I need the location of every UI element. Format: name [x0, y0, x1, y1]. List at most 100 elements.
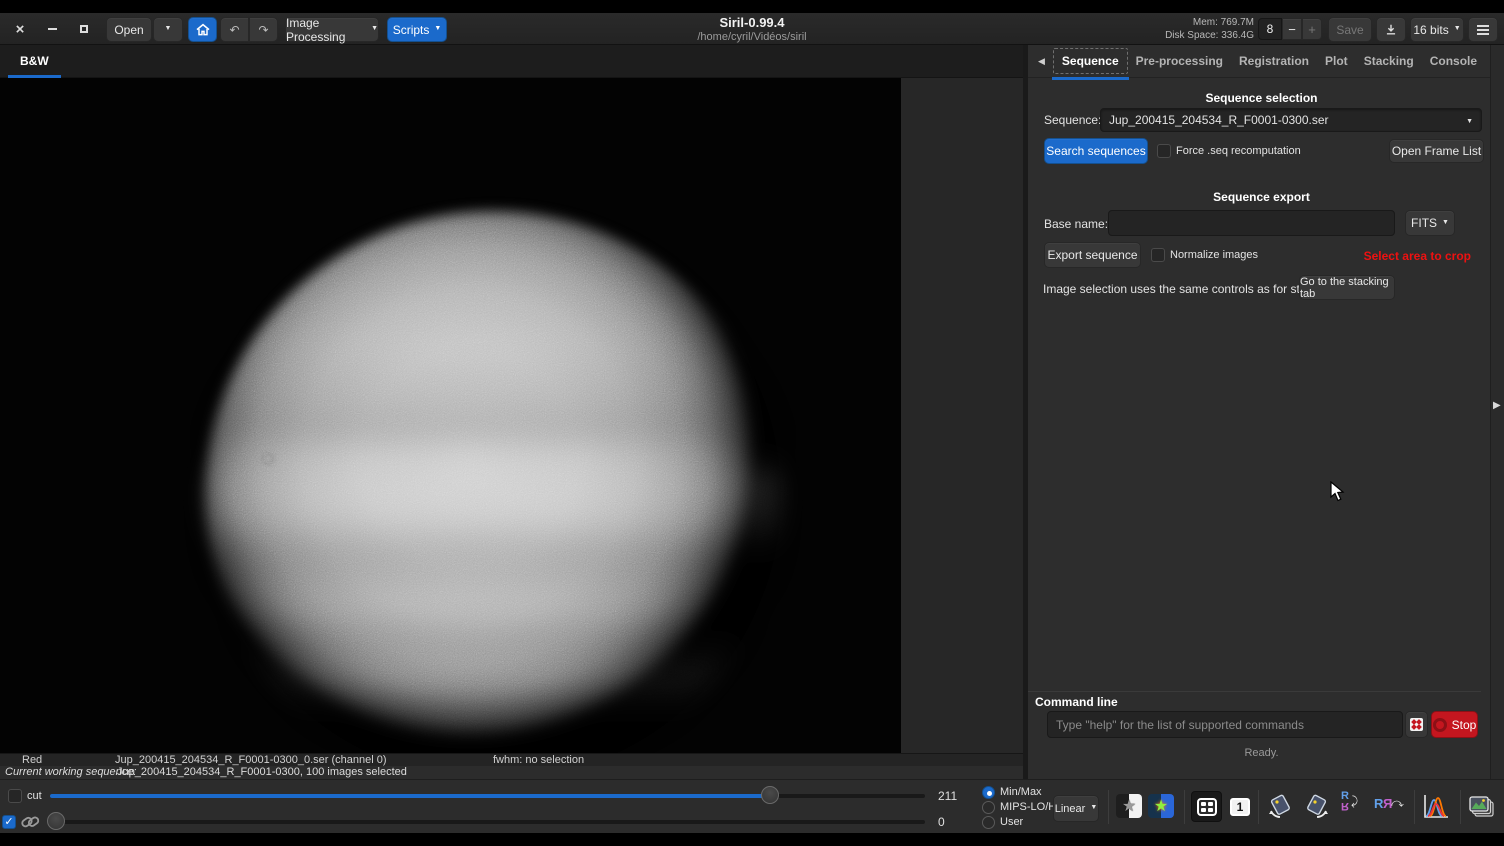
close-icon[interactable]: × — [8, 17, 32, 41]
negative-view-icon: ★ — [1116, 794, 1142, 818]
console-status: Ready. — [1244, 747, 1279, 759]
threads-increment-button[interactable]: + — [1302, 18, 1322, 40]
viewer-tabstrip: B&W — [0, 45, 1023, 78]
single-channel-button[interactable]: 1 — [1228, 795, 1252, 818]
tabs-scroll-left-icon[interactable]: ◀ — [1034, 56, 1049, 67]
tab-preprocessing[interactable]: Pre-processing — [1128, 49, 1231, 73]
autoscale-checkbox[interactable]: ✓ — [2, 815, 16, 829]
resources-info: Mem: 769.7M Disk Space: 336.4G — [1165, 16, 1254, 42]
menu-icon — [1477, 24, 1489, 35]
sequence-images-button[interactable] — [1466, 791, 1496, 821]
rotate-right-icon — [1307, 794, 1328, 818]
radio-mips-label: MIPS-LO/HI — [1000, 801, 1060, 813]
save-as-icon — [1386, 24, 1396, 34]
lo-slider[interactable] — [47, 812, 925, 830]
tab-registration[interactable]: Registration — [1231, 49, 1317, 73]
home-button[interactable] — [188, 17, 217, 42]
radio-user[interactable] — [982, 816, 995, 829]
display-controls-bar: cut 211 ✓ 0 Min/Max MIPS-LO/HI User Line… — [0, 779, 1504, 833]
stop-icon — [1432, 717, 1447, 732]
command-grid-icon — [1410, 718, 1423, 731]
undo-button[interactable]: ↶ — [220, 17, 249, 42]
image-canvas[interactable] — [0, 78, 901, 753]
open-button[interactable]: Open — [106, 17, 152, 42]
single-channel-icon: 1 — [1230, 797, 1250, 816]
threads-value[interactable]: 8 — [1258, 18, 1282, 40]
threads-decrement-button[interactable]: − — [1282, 18, 1302, 40]
stop-button-label: Stop — [1451, 717, 1477, 732]
titlebar: × Open ↶ ↷ Image Processing Scripts Siri… — [0, 13, 1504, 45]
hi-slider[interactable] — [50, 786, 925, 804]
panel-expander[interactable]: ▶ — [1490, 45, 1504, 779]
normalize-images-label: Normalize images — [1170, 249, 1259, 261]
redo-icon: ↷ — [258, 22, 269, 37]
cut-label: cut — [27, 790, 42, 802]
minimize-icon[interactable] — [40, 17, 64, 41]
export-sequence-button[interactable]: Export sequence — [1044, 242, 1141, 268]
base-name-label: Base name: — [1044, 217, 1109, 231]
force-seq-recompute-label: Force .seq recomputation — [1176, 145, 1301, 157]
bit-depth-dropdown[interactable]: 16 bits — [1410, 17, 1464, 42]
tab-sequence[interactable]: Sequence — [1051, 48, 1129, 80]
flip-vertical-button[interactable]: RR ⤸ — [1341, 791, 1358, 813]
image-processing-menu-button[interactable]: Image Processing — [285, 15, 379, 44]
sequence-label: Sequence: — [1044, 113, 1102, 127]
rotate-left-icon — [1269, 794, 1290, 818]
lo-slider-handle[interactable] — [47, 812, 65, 830]
command-list-button[interactable] — [1405, 711, 1428, 738]
tab-stacking[interactable]: Stacking — [1356, 49, 1422, 73]
sequence-combobox[interactable]: Jup_200415_204534_R_F0001-0300.ser — [1100, 108, 1482, 132]
rotate-right-button[interactable] — [1303, 792, 1331, 820]
normalize-images-checkbox[interactable] — [1151, 248, 1165, 262]
bit-depth-value: 16 bits — [1413, 22, 1449, 37]
scripts-menu-button[interactable]: Scripts — [387, 17, 447, 42]
force-seq-recompute-checkbox[interactable] — [1157, 144, 1171, 158]
right-panel: ◀ Sequence Pre-processing Registration P… — [1023, 45, 1504, 779]
lo-value: 0 — [938, 815, 945, 829]
home-icon — [195, 23, 210, 35]
cut-checkbox[interactable] — [8, 789, 22, 803]
memory-usage: Mem: 769.7M — [1192, 17, 1254, 28]
base-name-input[interactable] — [1108, 210, 1395, 236]
open-recent-dropdown[interactable] — [153, 17, 183, 42]
scale-mode-dropdown[interactable]: Linear — [1053, 795, 1099, 822]
panel-expander-icon: ▶ — [1493, 400, 1501, 411]
rotate-left-button[interactable] — [1266, 792, 1294, 820]
image-statusbar: Red Jup_200415_204534_R_F0001-0300_0.ser… — [0, 753, 1023, 766]
sequence-tab-content: Sequence selection Sequence: Jup_200415_… — [1028, 79, 1495, 779]
radio-mips[interactable] — [982, 801, 995, 814]
false-color-button[interactable]: ★ — [1148, 794, 1174, 818]
tab-console[interactable]: Console — [1422, 49, 1485, 73]
channels-grid-button[interactable] — [1191, 791, 1222, 822]
stop-button[interactable]: Stop — [1431, 711, 1478, 738]
maximize-icon[interactable] — [72, 17, 96, 41]
hi-value: 211 — [938, 789, 958, 803]
working-sequence-value: Jup_200415_204534_R_F0001-0300, 100 imag… — [117, 766, 407, 778]
tab-bw[interactable]: B&W — [8, 50, 61, 78]
redo-button[interactable]: ↷ — [249, 17, 278, 42]
tab-plot[interactable]: Plot — [1317, 49, 1356, 73]
panel-tabs: ◀ Sequence Pre-processing Registration P… — [1028, 45, 1500, 80]
histogram-button[interactable] — [1421, 792, 1451, 820]
radio-user-label: User — [1000, 816, 1024, 828]
mouse-cursor — [1330, 481, 1345, 502]
open-button-label: Open — [114, 22, 144, 37]
image-processing-label: Image Processing — [286, 15, 346, 44]
link-icon[interactable] — [19, 811, 41, 833]
save-as-button[interactable] — [1376, 17, 1406, 42]
hi-slider-handle[interactable] — [761, 786, 779, 804]
open-frame-list-button[interactable]: Open Frame List — [1389, 139, 1484, 163]
flip-horizontal-button[interactable]: RR ⤸ — [1374, 796, 1404, 811]
save-button[interactable]: Save — [1328, 17, 1372, 42]
false-color-icon: ★ — [1148, 794, 1174, 818]
export-format-dropdown[interactable]: FITS — [1405, 210, 1455, 236]
command-line-input[interactable] — [1047, 711, 1403, 738]
go-to-stacking-button[interactable]: Go to the stacking tab — [1299, 275, 1395, 300]
working-sequence-bar: Current working sequence: Jup_200415_204… — [0, 766, 1023, 779]
radio-minmax[interactable] — [982, 786, 995, 799]
search-sequences-button[interactable]: Search sequences — [1044, 138, 1148, 164]
dropdown-caret-icon — [1466, 113, 1473, 127]
menu-button[interactable] — [1468, 17, 1498, 42]
sequence-selection-heading: Sequence selection — [1205, 91, 1318, 105]
negative-view-button[interactable]: ★ — [1116, 794, 1142, 818]
